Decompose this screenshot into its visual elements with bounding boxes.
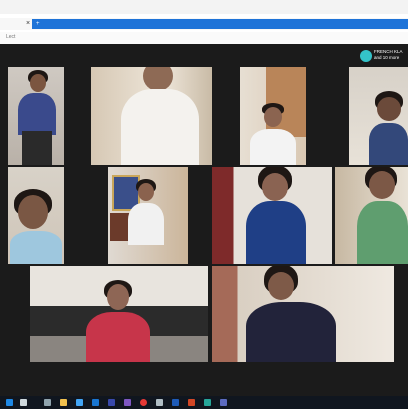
edge-icon[interactable] xyxy=(204,399,211,406)
photos-icon[interactable] xyxy=(124,399,131,406)
video-tile-8[interactable] xyxy=(335,167,408,264)
settings-icon[interactable] xyxy=(156,399,163,406)
browser-title-bar xyxy=(0,0,408,14)
video-tile-2[interactable] xyxy=(91,67,212,165)
page-hint-text: Lect xyxy=(6,34,16,40)
windows-taskbar xyxy=(0,396,408,409)
teams-icon[interactable] xyxy=(220,399,227,406)
video-tile-10[interactable] xyxy=(212,266,394,362)
windows-icon[interactable] xyxy=(6,399,13,406)
video-tile-5[interactable] xyxy=(8,167,64,264)
task-view-icon[interactable] xyxy=(44,399,51,406)
calendar-icon[interactable] xyxy=(108,399,115,406)
video-tile-1[interactable] xyxy=(8,67,64,165)
video-tile-4[interactable] xyxy=(349,67,408,165)
host-avatar xyxy=(360,50,372,62)
new-tab-icon[interactable]: + xyxy=(36,19,40,29)
mail-icon[interactable] xyxy=(92,399,99,406)
search-icon[interactable] xyxy=(20,399,27,406)
video-meeting-gallery: FRENCH KLA and 10 more xyxy=(0,44,408,396)
tab-close-icon[interactable]: × xyxy=(26,20,30,27)
video-tile-3[interactable] xyxy=(240,67,306,165)
host-name: FRENCH KLA and 10 more xyxy=(374,49,408,61)
chrome-icon[interactable] xyxy=(140,399,147,406)
word-icon[interactable] xyxy=(172,399,179,406)
powerpoint-icon[interactable] xyxy=(188,399,195,406)
video-tile-7[interactable] xyxy=(212,167,332,264)
video-tile-6[interactable] xyxy=(108,167,188,264)
page-toolbar: Lect xyxy=(0,32,408,44)
address-bar[interactable]: + xyxy=(32,19,408,29)
file-explorer-icon[interactable] xyxy=(60,399,67,406)
host-badge[interactable]: FRENCH KLA and 10 more xyxy=(356,48,408,64)
video-tile-9[interactable] xyxy=(30,266,208,362)
store-icon[interactable] xyxy=(76,399,83,406)
host-name-line2: and 10 more xyxy=(374,55,400,60)
meeting-top-strip xyxy=(0,44,408,66)
